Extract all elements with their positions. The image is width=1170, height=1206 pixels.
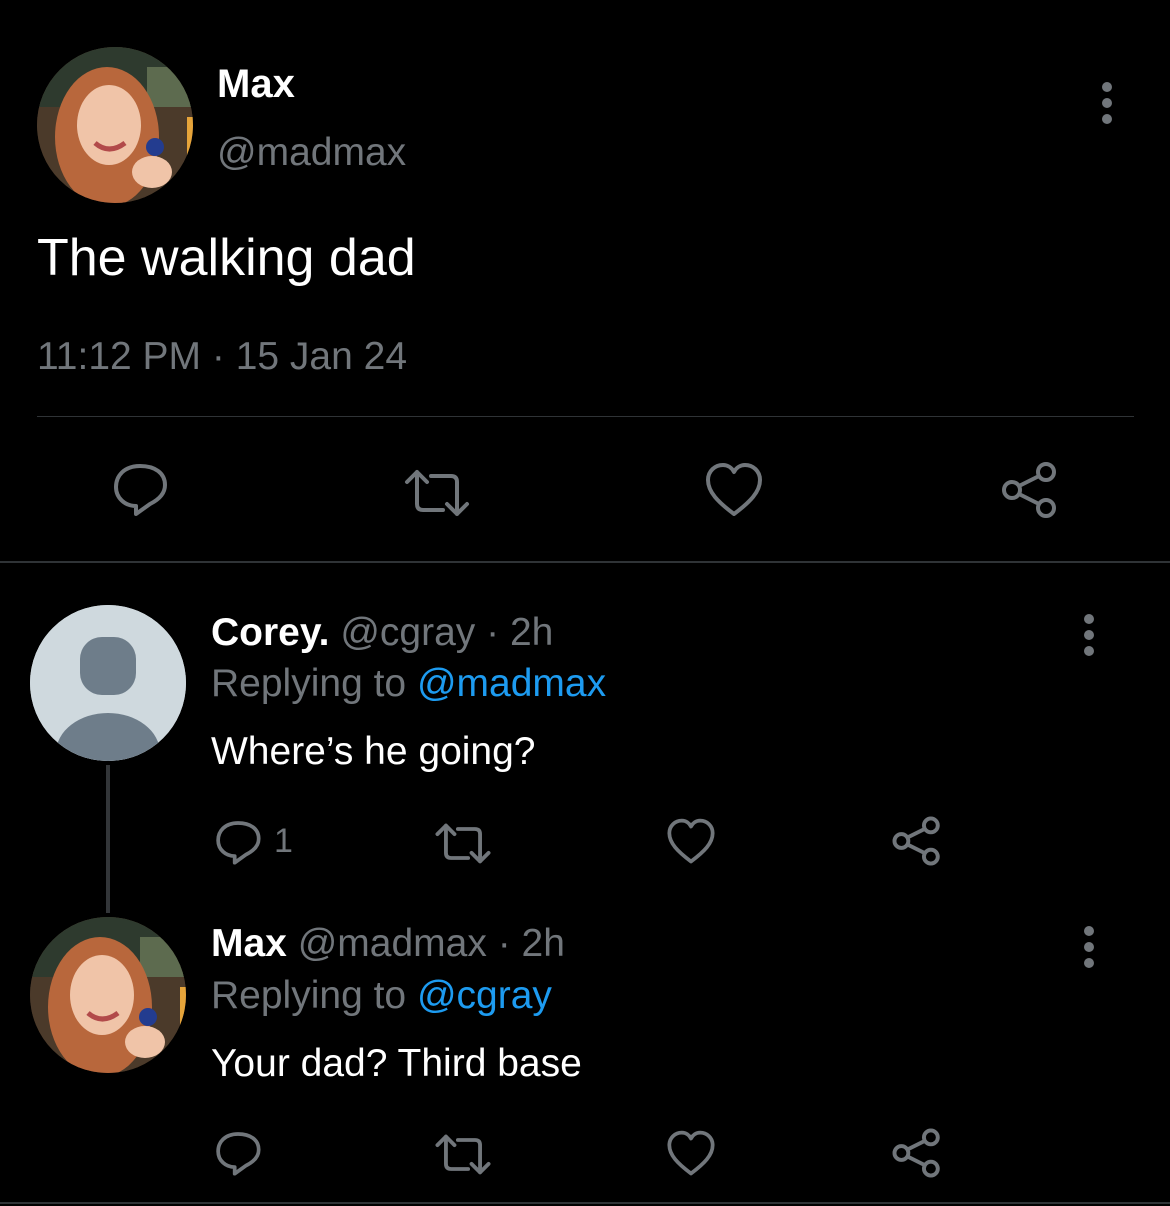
main-tweet-more-icon[interactable]	[1102, 82, 1112, 130]
reply-1-replying-line: Replying to @madmax	[211, 662, 606, 706]
reply-2-more-icon[interactable]	[1084, 926, 1094, 974]
reply-2-handle[interactable]: @madmax	[298, 922, 487, 965]
main-tweet-bottom-divider	[0, 561, 1170, 563]
reply-1-reply-icon[interactable]	[213, 818, 263, 866]
main-tweet-text: The walking dad	[37, 229, 416, 287]
main-tweet-avatar[interactable]	[37, 47, 193, 203]
thread-bottom-divider	[0, 1202, 1170, 1204]
reply-2-retweet-icon[interactable]	[434, 1133, 492, 1176]
reply-2-text: Your dad? Third base	[211, 1042, 582, 1085]
reply-2-time: · 2h	[497, 922, 565, 965]
like-icon[interactable]	[704, 462, 764, 518]
reply-1-replying-to-link[interactable]: @madmax	[417, 662, 606, 705]
main-tweet-handle[interactable]: @madmax	[217, 131, 406, 175]
thread-connector-line	[106, 765, 110, 913]
reply-icon[interactable]	[110, 460, 170, 518]
reply-1-like-icon[interactable]	[666, 818, 716, 865]
main-tweet-timestamp[interactable]: 11:12 PM · 15 Jan 24	[37, 335, 407, 379]
reply-1-replying-prefix: Replying to	[211, 662, 407, 705]
reply-2-share-icon[interactable]	[891, 1127, 943, 1179]
reply-1-retweet-icon[interactable]	[434, 822, 492, 865]
reply-1-share-icon[interactable]	[891, 815, 943, 867]
reply-2-replying-to-link[interactable]: @cgray	[417, 974, 552, 1017]
reply-1-author-name[interactable]: Corey.	[211, 611, 330, 654]
main-tweet-divider	[37, 416, 1134, 417]
reply-1-more-icon[interactable]	[1084, 614, 1094, 662]
share-icon[interactable]	[1000, 460, 1060, 520]
reply-2-like-icon[interactable]	[666, 1130, 716, 1177]
reply-1-text: Where’s he going?	[211, 730, 536, 773]
retweet-icon[interactable]	[403, 468, 471, 518]
reply-1-header: Corey. @cgray · 2h	[211, 611, 553, 655]
reply-2-author-name[interactable]: Max	[211, 922, 287, 965]
reply-1-handle[interactable]: @cgray	[340, 611, 475, 654]
main-tweet-author-name[interactable]: Max	[217, 62, 295, 107]
reply-2-replying-line: Replying to @cgray	[211, 974, 552, 1018]
reply-1-reply-count: 1	[274, 822, 293, 860]
reply-2-replying-prefix: Replying to	[211, 974, 407, 1017]
reply-2-header: Max @madmax · 2h	[211, 922, 565, 966]
reply-1-avatar[interactable]	[30, 605, 186, 761]
reply-2-avatar[interactable]	[30, 917, 186, 1073]
reply-2-reply-icon[interactable]	[213, 1129, 263, 1177]
reply-1-time: · 2h	[486, 611, 554, 654]
